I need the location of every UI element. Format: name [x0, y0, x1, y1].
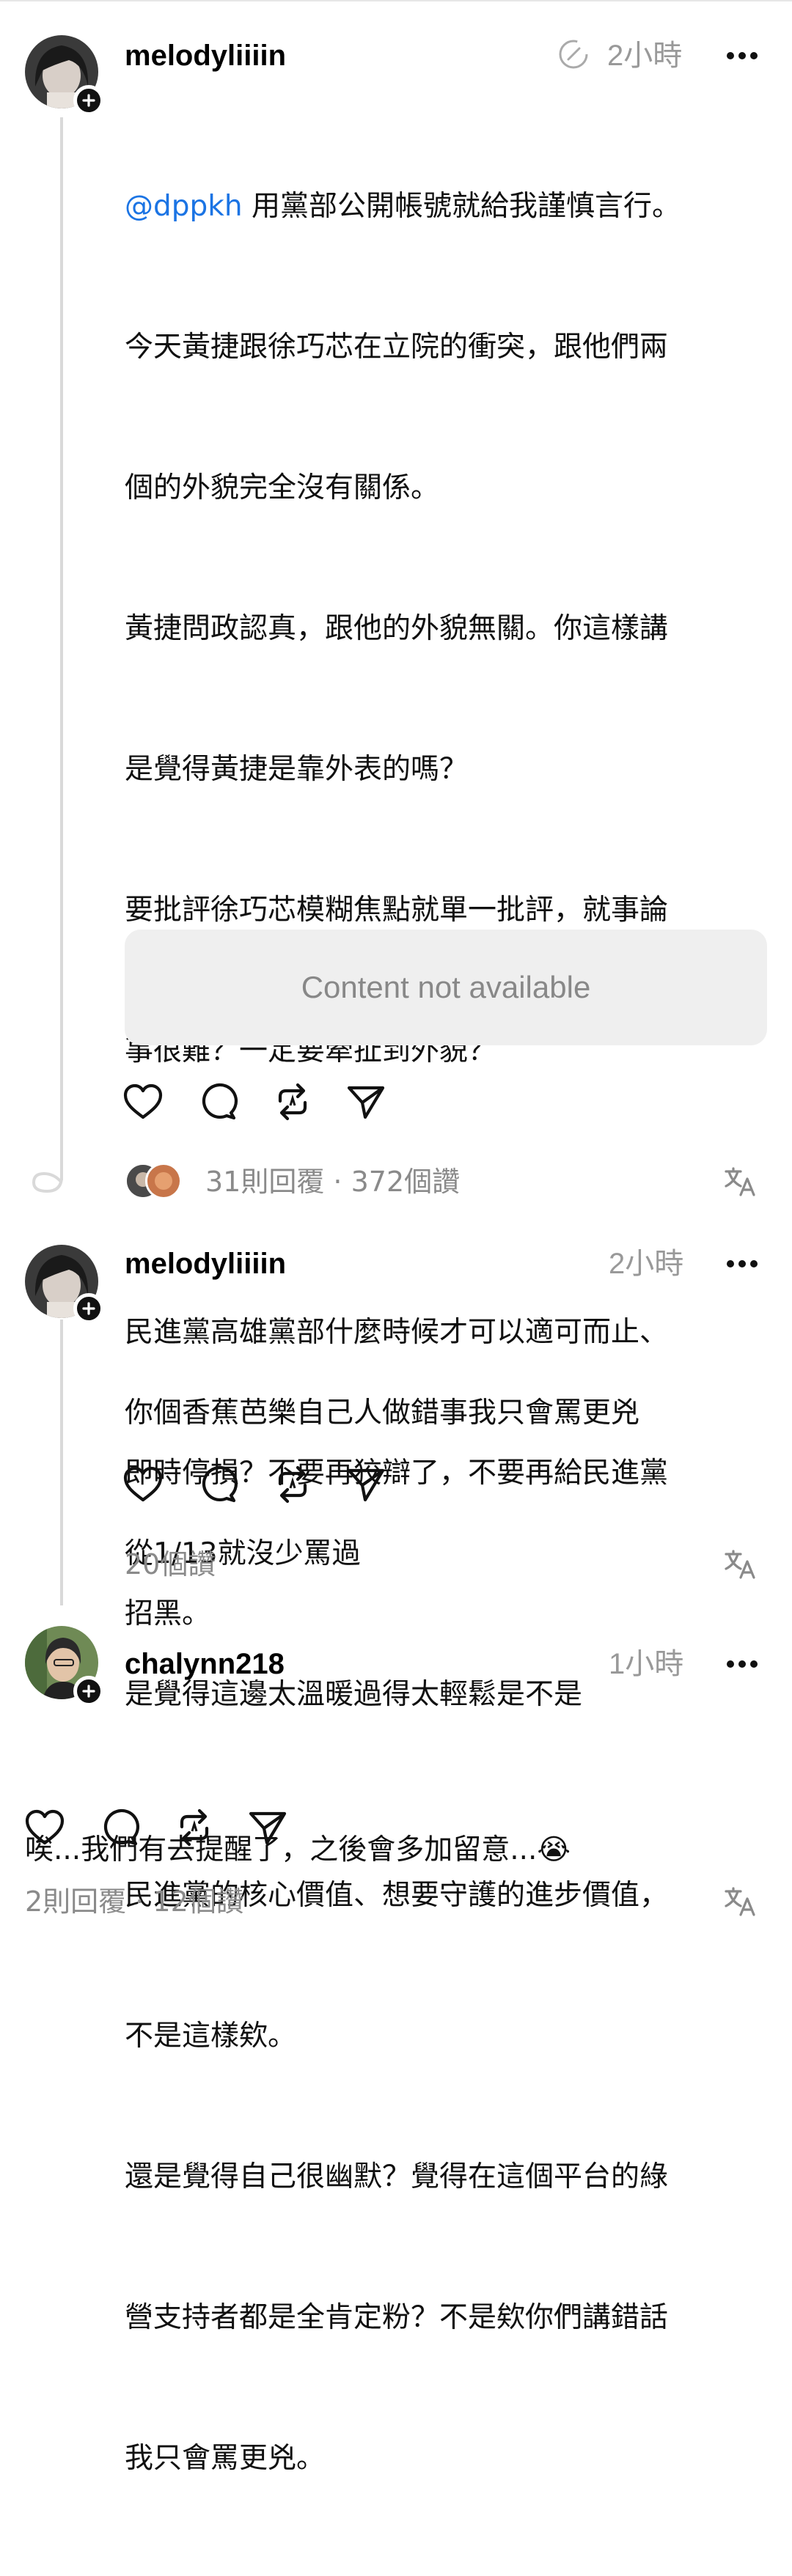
post-line: 是覺得黃捷是靠外表的嗎？: [125, 753, 469, 786]
post-line: 還是覺得自己很幽默？覺得在這個平台的綠: [125, 2160, 669, 2193]
post-line: 個的外貌完全沒有關係。: [125, 471, 440, 504]
timestamp: 2小時: [609, 1248, 684, 1280]
translate-icon[interactable]: [723, 1164, 757, 1198]
top-divider: [0, 0, 792, 1]
post-line: 不是這樣欸。: [125, 2020, 297, 2053]
post-stats[interactable]: 2則回覆 · 12個讚: [25, 1884, 244, 1919]
comment-icon[interactable]: [197, 1081, 239, 1123]
comment-icon[interactable]: [197, 1463, 239, 1506]
quoted-post-unavailable: Content not available: [125, 930, 767, 1045]
thread-loop-icon: [32, 1165, 63, 1193]
post-line: 今天黃捷跟徐巧芯在立院的衝突，跟他們兩: [125, 331, 669, 364]
comment-icon[interactable]: [98, 1806, 141, 1849]
post-line: 營支持者都是全肯定粉？不是欸你們講錯話: [125, 2301, 669, 2334]
timestamp: 2小時: [607, 40, 683, 72]
post-text: 唉...我們有去提醒了，之後會多加留意...😭: [25, 1733, 571, 1968]
thread-line: [60, 117, 63, 1180]
more-icon[interactable]: [725, 50, 760, 62]
share-icon[interactable]: [345, 1081, 387, 1123]
unavailable-text: Content not available: [301, 970, 591, 1004]
share-icon[interactable]: [345, 1463, 387, 1506]
username[interactable]: chalynn218: [125, 1646, 285, 1682]
more-icon[interactable]: [725, 1658, 760, 1670]
translate-icon[interactable]: [723, 1884, 757, 1918]
heart-icon[interactable]: [122, 1463, 164, 1506]
translate-icon[interactable]: [723, 1547, 757, 1580]
follow-plus-icon[interactable]: [73, 85, 104, 116]
repost-icon[interactable]: [271, 1463, 314, 1506]
share-icon[interactable]: [246, 1806, 289, 1849]
follow-plus-icon[interactable]: [73, 1676, 104, 1707]
thread-line: [60, 1320, 63, 1605]
post-line: 黃捷問政認真，跟他的外貌無關。你這樣講: [125, 612, 669, 645]
replier-avatar: [145, 1163, 182, 1199]
heart-icon[interactable]: [122, 1081, 164, 1123]
username[interactable]: melodyliiiin: [125, 1246, 286, 1281]
post-stats[interactable]: 31則回覆 · 372個讚: [205, 1164, 460, 1199]
post-line: 要批評徐巧芯模糊焦點就單一批評，就事論: [125, 894, 669, 927]
post-line: @dppkh 用黨部公開帳號就給我謹慎言行。: [125, 190, 681, 223]
repost-icon[interactable]: [173, 1806, 216, 1849]
repost-icon[interactable]: [271, 1081, 314, 1123]
username[interactable]: melodyliiiin: [125, 38, 286, 73]
edit-circle-icon: [559, 40, 588, 69]
heart-icon[interactable]: [23, 1806, 66, 1849]
post-line: 你個香蕉芭樂自己人做錯事我只會罵更兇: [125, 1396, 640, 1429]
mention-link[interactable]: @dppkh: [125, 190, 243, 223]
post-stats[interactable]: 20個讚: [125, 1547, 216, 1582]
follow-plus-icon[interactable]: [73, 1293, 104, 1324]
post-line: 我只會罵更兇。: [125, 2442, 326, 2475]
more-icon[interactable]: [725, 1258, 760, 1270]
timestamp: 1小時: [609, 1648, 684, 1680]
